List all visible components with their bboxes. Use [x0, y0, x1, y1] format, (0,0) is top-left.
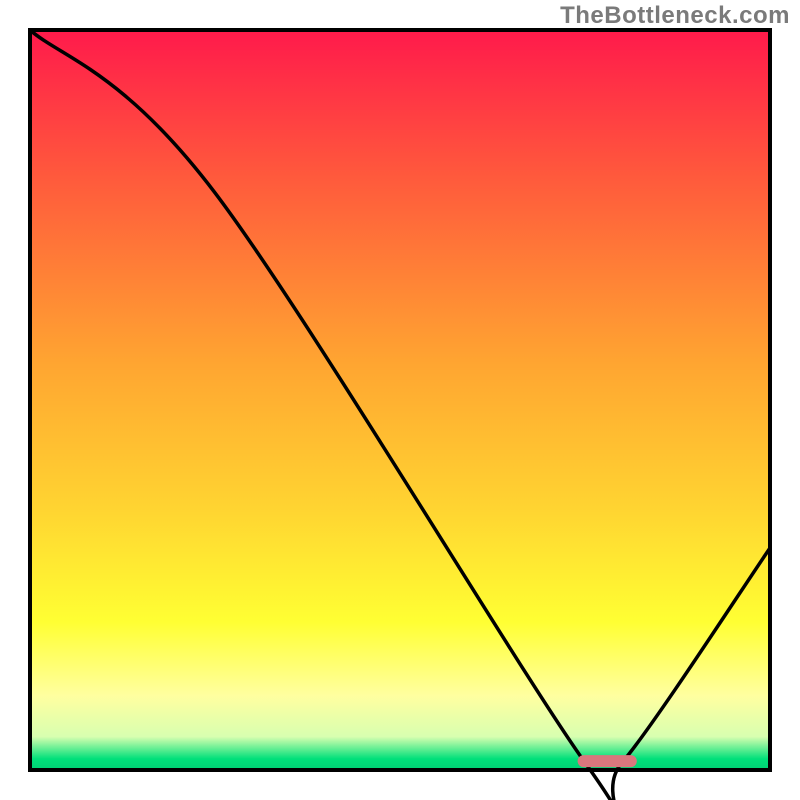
- highlight-pill: [578, 755, 637, 767]
- chart-frame: TheBottleneck.com: [0, 0, 800, 800]
- watermark-text: TheBottleneck.com: [560, 2, 790, 30]
- plot-background: [30, 30, 770, 770]
- bottleneck-chart: [0, 0, 800, 800]
